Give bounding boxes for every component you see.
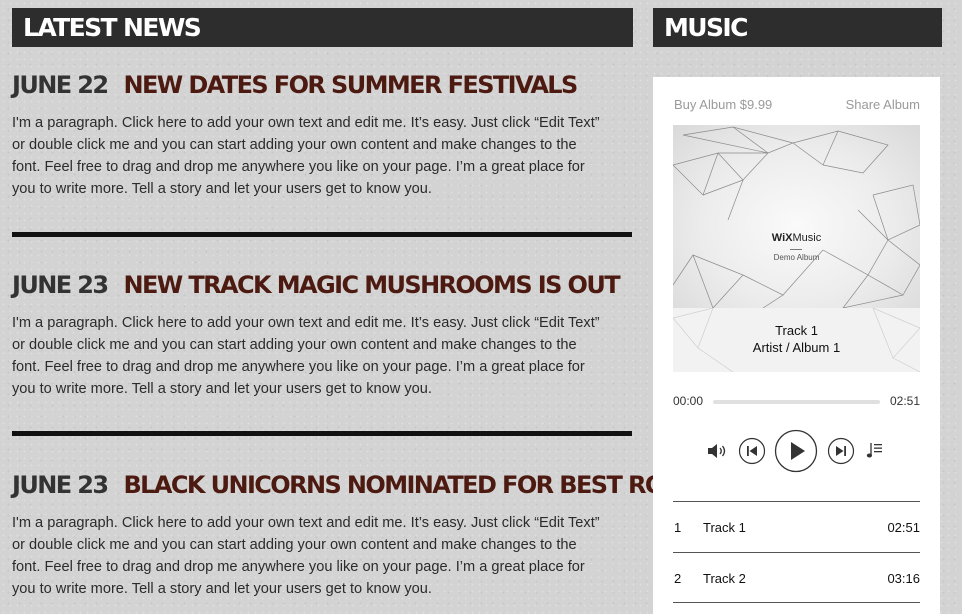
news-paragraph: I'm a paragraph. Click here to add your … bbox=[12, 315, 600, 397]
news-item: JUNE 23 BLACK UNICORNS NOMINATED FOR BEST… bbox=[12, 470, 753, 600]
next-icon[interactable] bbox=[827, 437, 855, 465]
news-divider bbox=[12, 232, 632, 237]
news-divider bbox=[12, 431, 632, 436]
cover-subtitle: Demo Album bbox=[773, 253, 820, 262]
news-date: JUNE 23 bbox=[12, 271, 109, 299]
track-name: Track 1 bbox=[703, 520, 746, 535]
music-player: Buy Album $9.99 Share Album WiXMusic Dem… bbox=[653, 77, 940, 614]
track-row[interactable]: 1 Track 1 02:51 bbox=[673, 501, 920, 552]
now-playing-artist: Artist / Album 1 bbox=[752, 340, 841, 355]
news-title[interactable]: NEW TRACK MAGIC MUSHROOMS IS OUT bbox=[123, 271, 620, 299]
news-paragraph: I'm a paragraph. Click here to add your … bbox=[12, 515, 600, 597]
track-list: 1 Track 1 02:51 2 Track 2 03:16 bbox=[673, 501, 920, 603]
playlist-icon[interactable] bbox=[866, 441, 886, 461]
news-date: JUNE 23 bbox=[12, 471, 109, 499]
cover-logo: WiXMusic bbox=[771, 232, 822, 244]
news-headline: JUNE 23 BLACK UNICORNS NOMINATED FOR BEST… bbox=[12, 470, 753, 500]
progress-bar[interactable] bbox=[713, 400, 880, 404]
news-item: JUNE 22 NEW DATES FOR SUMMER FESTIVALS I'… bbox=[12, 70, 632, 200]
track-name: Track 2 bbox=[703, 571, 746, 586]
news-paragraph: I'm a paragraph. Click here to add your … bbox=[12, 115, 600, 197]
now-playing-panel: Track 1 Artist / Album 1 bbox=[673, 308, 920, 372]
news-headline: JUNE 23 NEW TRACK MAGIC MUSHROOMS IS OUT bbox=[12, 270, 632, 300]
previous-icon[interactable] bbox=[738, 437, 766, 465]
current-time: 00:00 bbox=[673, 394, 704, 408]
track-number: 1 bbox=[674, 520, 682, 535]
buy-album-link[interactable]: Buy Album $9.99 bbox=[674, 97, 772, 112]
track-duration: 02:51 bbox=[887, 520, 920, 535]
now-playing-track: Track 1 bbox=[775, 323, 818, 338]
track-duration: 03:16 bbox=[887, 571, 920, 586]
latest-news-heading: LATEST NEWS bbox=[12, 8, 633, 47]
player-controls bbox=[673, 429, 920, 473]
news-item: JUNE 23 NEW TRACK MAGIC MUSHROOMS IS OUT … bbox=[12, 270, 632, 400]
album-cover: WiXMusic Demo Album bbox=[673, 125, 920, 308]
play-icon[interactable] bbox=[774, 429, 818, 473]
total-time: 02:51 bbox=[889, 394, 920, 408]
track-row[interactable]: 2 Track 2 03:16 bbox=[673, 552, 920, 603]
cover-rule bbox=[790, 249, 802, 250]
music-heading: MUSIC bbox=[653, 8, 942, 47]
progress-row: 00:00 02:51 bbox=[673, 394, 920, 410]
track-number: 2 bbox=[674, 571, 682, 586]
news-headline: JUNE 22 NEW DATES FOR SUMMER FESTIVALS bbox=[12, 70, 632, 100]
news-date: JUNE 22 bbox=[12, 71, 109, 99]
share-album-link[interactable]: Share Album bbox=[846, 97, 920, 112]
news-title[interactable]: NEW DATES FOR SUMMER FESTIVALS bbox=[123, 71, 578, 99]
cover-art-lines bbox=[673, 126, 920, 308]
volume-icon[interactable] bbox=[707, 442, 727, 460]
